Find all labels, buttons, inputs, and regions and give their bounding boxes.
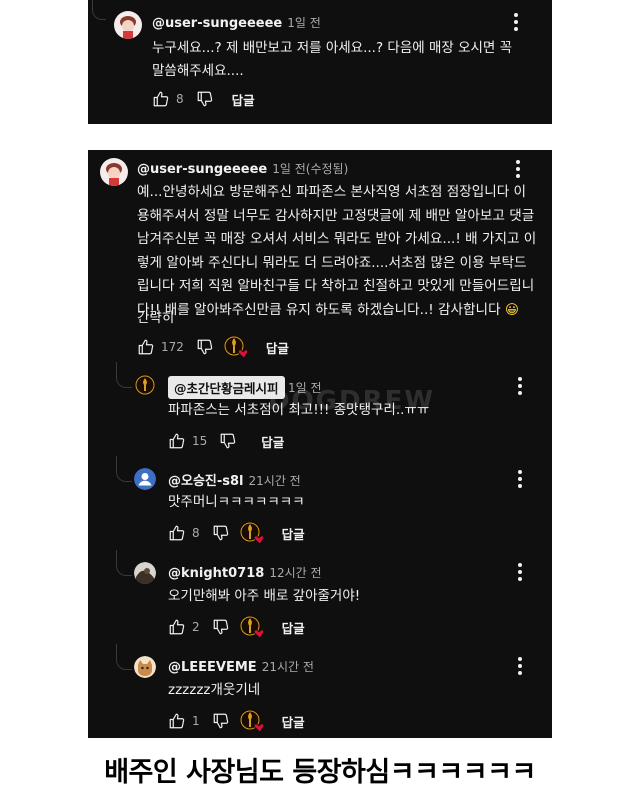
top-comment-panel: @user-sungeeeee 1일 전 누구세요...? 제 배만보고 저를 아… — [88, 0, 552, 124]
comment-line: 누구세요...? 제 배만보고 저를 아세요...? 다음에 매장 오시면 꼭 — [152, 40, 513, 56]
comment-time[interactable]: 1일 전 — [287, 16, 321, 30]
reply-time[interactable]: 12시간 전 — [269, 566, 321, 580]
reply-button[interactable]: 답글 — [261, 432, 284, 451]
more-vert-icon[interactable] — [513, 563, 527, 581]
default-user-icon — [134, 468, 156, 490]
thread-line — [116, 550, 132, 576]
reply-button[interactable]: 답글 — [282, 524, 305, 543]
user-avatar-icon — [114, 11, 142, 39]
like-count: 8 — [192, 526, 200, 540]
creator-heart-icon — [222, 333, 252, 361]
comment-line: 다!! 배를 알아봐주신만큼 유지 하도록 하겠습니다..! 감사합니다 — [137, 301, 501, 318]
thread-line — [116, 362, 132, 388]
thumb-down-icon[interactable] — [196, 90, 214, 108]
smile-emoji: 😀 — [504, 301, 520, 318]
comment-line: 렇게 알아봐 주신다니 뭐라도 더 드려야죠....서초점 많은 이용 부탁드 — [137, 254, 527, 271]
reply-button[interactable]: 답글 — [282, 712, 305, 731]
reply-button[interactable]: 답글 — [266, 338, 289, 357]
author-name[interactable]: @user-sungeeeee — [152, 16, 282, 31]
avatar[interactable] — [114, 11, 142, 39]
like-count: 172 — [161, 340, 184, 354]
thumb-up-icon[interactable] — [152, 90, 170, 108]
reply-actions: 15 답글 — [168, 429, 284, 453]
reply-author[interactable]: @knight0718 12시간 전 — [168, 564, 322, 581]
comment-author[interactable]: @user-sungeeeee 1일 전 — [152, 14, 321, 31]
avatar[interactable] — [134, 562, 156, 584]
thumb-down-icon[interactable] — [212, 712, 230, 730]
more-vert-icon[interactable] — [513, 470, 527, 488]
creator-heart-icon — [238, 519, 268, 547]
avatar[interactable] — [134, 468, 156, 490]
comment-text: 예...안녕하세요 방문해주신 파파존스 본사직영 서초점 점장입니다 이 용해… — [137, 181, 547, 322]
more-vert-icon[interactable] — [513, 377, 527, 395]
user-avatar-icon — [100, 158, 128, 186]
more-vert-icon[interactable] — [511, 160, 525, 178]
comment-line: 립니다 저희 직원 알바친구들 다 착하고 친절하고 맛있게 만들어드립니 — [137, 278, 535, 294]
comment-text: 누구세요...? 제 배만보고 저를 아세요...? 다음에 매장 오시면 꼭 … — [152, 37, 542, 83]
comment-line: 예...안녕하세요 방문해주신 파파존스 본사직영 서초점 점장입니다 이 — [137, 184, 527, 200]
comment-actions: 172 답글 — [137, 335, 289, 359]
like-count: 8 — [176, 92, 184, 106]
author-name[interactable]: @LEEEVEME — [168, 660, 257, 675]
watermark: DOGDREW — [268, 386, 436, 416]
author-name[interactable]: @user-sungeeeee — [137, 162, 267, 177]
like-count: 15 — [192, 434, 208, 448]
avatar[interactable] — [134, 656, 156, 678]
thumb-up-icon[interactable] — [168, 618, 186, 636]
thumb-up-icon[interactable] — [168, 432, 186, 450]
creator-heart-icon — [238, 613, 268, 641]
author-name[interactable]: @knight0718 — [168, 566, 264, 581]
reply-button[interactable]: 답글 — [232, 90, 255, 109]
comment-actions: 8 답글 — [152, 87, 255, 111]
reply-actions: 2 답글 — [168, 615, 305, 639]
avatar[interactable] — [134, 374, 156, 396]
reply-text: 맛주머니ㅋㅋㅋㅋㅋㅋㅋ — [168, 494, 305, 510]
thumb-down-icon[interactable] — [219, 432, 237, 450]
image-caption: 배주인 사장님도 등장하심ㅋㅋㅋㅋㅋㅋ — [104, 757, 536, 788]
thumb-down-icon[interactable] — [212, 618, 230, 636]
reply-text: 오기만해봐 아주 배로 갚아줄거야! — [168, 588, 361, 604]
reply-time[interactable]: 21시간 전 — [262, 660, 314, 674]
reply-actions: 1 답글 — [168, 709, 305, 733]
reply-time[interactable]: 21시간 전 — [249, 474, 301, 488]
comment-line: 용해주셔서 정말 너무도 감사하지만 고정댓글에 제 배만 알아보고 댓글 — [137, 207, 535, 224]
more-vert-icon[interactable] — [509, 13, 523, 31]
reply-actions: 8 답글 — [168, 521, 305, 545]
avatar[interactable] — [100, 158, 128, 186]
thread-line — [116, 644, 132, 670]
reply-button[interactable]: 답글 — [282, 618, 305, 637]
reply-author[interactable]: @LEEEVEME 21시간 전 — [168, 658, 314, 675]
comment-line: 말씀해주세요.... — [152, 63, 244, 79]
reply-text: zzzzzz개웃기네 — [168, 682, 261, 698]
like-count: 1 — [192, 714, 200, 728]
channel-avatar-icon — [134, 374, 156, 396]
thumb-down-icon[interactable] — [196, 338, 214, 356]
thread-line — [116, 456, 132, 482]
creator-heart-icon — [238, 707, 268, 735]
comment-author[interactable]: @user-sungeeeee 1일 전(수정됨) — [137, 160, 348, 177]
comment-line: 남겨주신분 꼭 매장 오셔서 서비스 뭐라도 받아 가세요...! 배 가지고 … — [137, 231, 537, 247]
thumb-up-icon[interactable] — [168, 712, 186, 730]
comment-time[interactable]: 1일 전(수정됨) — [272, 162, 348, 176]
main-comment-panel: @user-sungeeeee 1일 전(수정됨) 예...안녕하세요 방문해주신… — [88, 150, 552, 738]
like-count: 2 — [192, 620, 200, 634]
more-vert-icon[interactable] — [513, 657, 527, 675]
thread-line — [92, 0, 106, 20]
photo-avatar-icon — [134, 562, 156, 584]
thumb-up-icon[interactable] — [168, 524, 186, 542]
thumb-up-icon[interactable] — [137, 338, 155, 356]
collapse-button[interactable]: 간략히 — [137, 306, 174, 326]
reply-author[interactable]: @오승진-s8l 21시간 전 — [168, 470, 301, 489]
author-name[interactable]: @오승진-s8l — [168, 474, 244, 489]
thumb-down-icon[interactable] — [212, 524, 230, 542]
cat-avatar-icon — [134, 656, 156, 678]
